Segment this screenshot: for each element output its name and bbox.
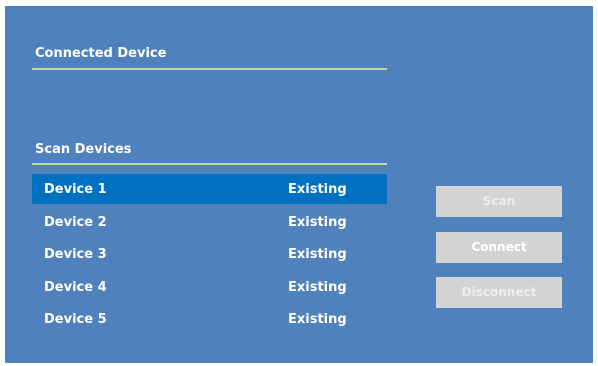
device-status: Existing bbox=[288, 214, 347, 230]
connect-button[interactable]: Connect bbox=[436, 232, 562, 263]
device-name: Device 1 bbox=[44, 182, 107, 197]
device-name: Device 3 bbox=[44, 247, 107, 262]
connected-device-divider bbox=[32, 68, 387, 70]
disconnect-button[interactable]: Disconnect bbox=[436, 277, 562, 308]
scan-button[interactable]: Scan bbox=[436, 186, 562, 217]
device-row-5[interactable]: Device 5 Existing bbox=[32, 304, 387, 337]
device-name: Device 2 bbox=[44, 214, 107, 230]
device-row-1[interactable]: Device 1 Existing bbox=[32, 174, 387, 204]
device-list: Device 1 Existing Device 2 Existing Devi… bbox=[32, 174, 387, 337]
device-name: Device 5 bbox=[44, 312, 107, 327]
device-row-4[interactable]: Device 4 Existing bbox=[32, 272, 387, 305]
device-status: Existing bbox=[288, 247, 347, 262]
scan-devices-divider bbox=[32, 163, 387, 165]
device-status: Existing bbox=[288, 279, 347, 295]
device-name: Device 4 bbox=[44, 279, 107, 295]
device-status: Existing bbox=[288, 312, 347, 327]
device-row-3[interactable]: Device 3 Existing bbox=[32, 239, 387, 272]
device-row-2[interactable]: Device 2 Existing bbox=[32, 207, 387, 240]
device-status: Existing bbox=[288, 182, 347, 197]
device-manager-panel: Connected Device Scan Devices Device 1 E… bbox=[5, 6, 593, 363]
scan-devices-heading: Scan Devices bbox=[35, 142, 132, 157]
connected-device-heading: Connected Device bbox=[35, 46, 167, 61]
